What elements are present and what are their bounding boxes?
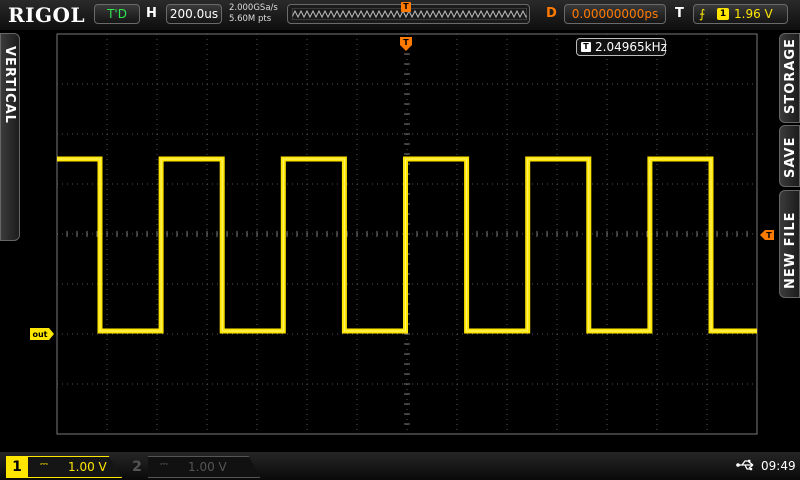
frequency-measurement[interactable]: T 2.04965kHz [576,38,667,56]
tab-save[interactable]: SAVE [779,125,800,187]
system-clock: 09:49 [761,459,796,473]
waveform-display[interactable] [0,0,800,480]
tab-vertical-label: VERTICAL [2,46,17,124]
usb-icon [736,459,754,471]
ch1-waveform [57,156,757,334]
channel-2-number: 2 [132,459,142,475]
trigger-level-label: T [766,231,772,240]
tab-storage-label: STORAGE [783,38,798,114]
channel-1-scale: 1.00 V [68,460,107,474]
dc-coupling-icon: ⎓ [160,459,168,470]
channel-2-body: ⎓ 1.00 V [148,456,260,478]
channel-1-body: ⎓ 1.00 V [28,456,122,478]
ch1-marker-label: out [32,330,47,339]
trigger-level-marker-icon[interactable]: T [760,230,774,240]
trigger-badge-icon: T [581,42,591,52]
frequency-value: 2.04965kHz [595,40,667,54]
dc-coupling-icon: ⎓ [40,459,48,470]
tab-storage[interactable]: STORAGE [779,33,800,123]
tab-vertical[interactable]: VERTICAL [0,33,20,241]
channel-2-scale: 1.00 V [188,460,227,474]
bottom-status-bar: 1 ⎓ 1.00 V 2 ⎓ 1.00 V 09:49 [0,452,800,480]
ch1-offset-marker[interactable]: out [30,328,54,340]
tab-save-label: SAVE [783,136,798,178]
trigger-position-marker-icon[interactable]: T [400,37,412,51]
channel-1-number: 1 [6,456,28,478]
trigger-position-label: T [403,38,409,47]
tab-new-file-label: NEW FILE [783,211,798,289]
tab-new-file[interactable]: NEW FILE [779,190,800,298]
